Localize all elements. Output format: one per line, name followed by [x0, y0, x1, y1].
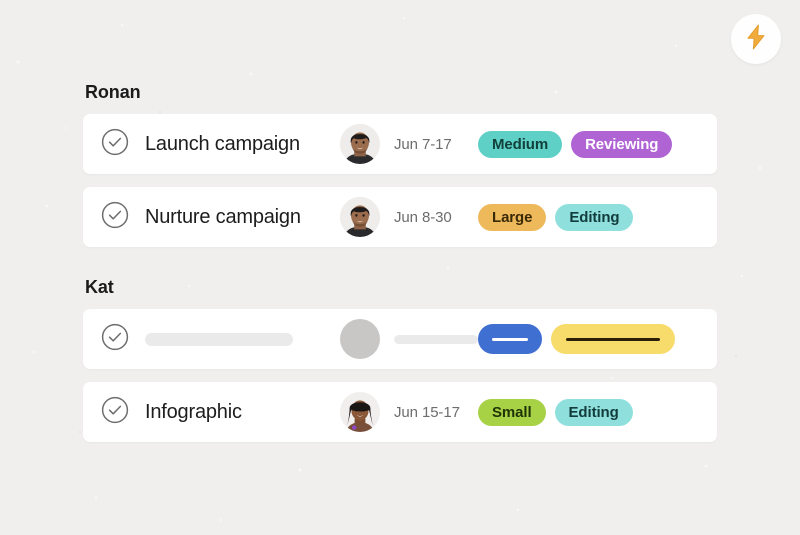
task-row[interactable]: Nurture campaign Jun 8-30 Large Editing	[83, 187, 717, 247]
badge-size[interactable]: Small	[478, 398, 546, 426]
badge-status[interactable]: Reviewing	[571, 130, 673, 158]
task-group-kat: Kat Infographic Jun 15-17 Small Editing	[83, 277, 717, 442]
lightning-bolt-icon	[745, 24, 767, 55]
group-title: Kat	[85, 277, 114, 297]
skeleton-badge-size[interactable]	[478, 324, 542, 354]
task-title-cell: Launch campaign	[145, 133, 340, 156]
skeleton-date-bar	[394, 334, 478, 344]
badge-size[interactable]: Medium	[478, 130, 563, 158]
lightning-bolt-button[interactable]	[731, 14, 781, 64]
task-title-cell: Infographic	[145, 401, 340, 424]
check-circle-icon[interactable]	[101, 128, 129, 161]
task-title: Infographic	[145, 400, 242, 423]
badge-status[interactable]: Editing	[554, 398, 633, 426]
skeleton-badge-line	[566, 337, 660, 341]
task-title-cell	[145, 332, 340, 346]
check-circle-icon[interactable]	[101, 323, 129, 356]
avatar[interactable]	[340, 197, 380, 237]
check-circle-icon[interactable]	[101, 201, 129, 234]
group-title: Ronan	[85, 82, 141, 102]
task-board: Ronan Launch campaign Jun 7-17 Medium Re…	[83, 82, 717, 455]
task-row[interactable]: Launch campaign Jun 7-17 Medium Reviewin…	[83, 114, 717, 174]
skeleton-date-cell	[394, 334, 478, 344]
skeleton-badge-line	[492, 337, 528, 341]
task-date: Jun 15-17	[394, 403, 460, 421]
skeleton-badge-status[interactable]	[551, 324, 675, 354]
task-title: Nurture campaign	[145, 205, 301, 228]
badge-size[interactable]: Large	[478, 203, 547, 231]
check-circle-icon[interactable]	[101, 396, 129, 429]
avatar[interactable]	[340, 392, 380, 432]
task-date: Jun 7-17	[394, 135, 452, 153]
task-title-cell: Nurture campaign	[145, 206, 340, 229]
task-date: Jun 8-30	[394, 208, 452, 226]
task-title: Launch campaign	[145, 132, 300, 155]
skeleton-title-bar	[145, 332, 293, 346]
badge-status[interactable]: Editing	[555, 203, 634, 231]
task-row-skeleton[interactable]	[83, 309, 717, 369]
task-row[interactable]: Infographic Jun 15-17 Small Editing	[83, 382, 717, 442]
skeleton-avatar	[340, 319, 380, 359]
task-group-ronan: Ronan Launch campaign Jun 7-17 Medium Re…	[83, 82, 717, 247]
avatar[interactable]	[340, 124, 380, 164]
